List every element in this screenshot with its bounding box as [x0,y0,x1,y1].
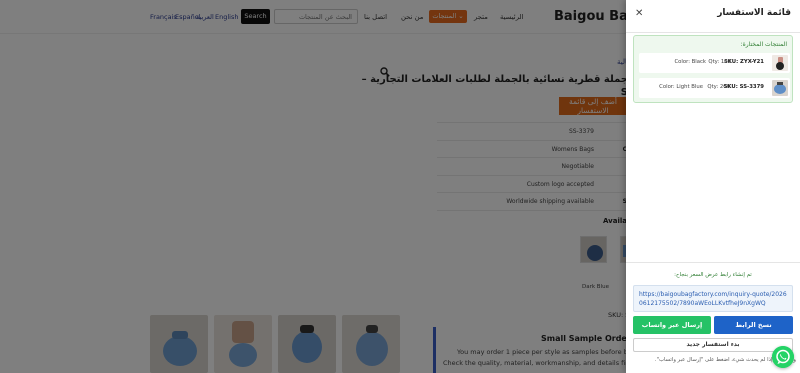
drawer-title: قائمة الاستفسار [717,8,791,18]
inquiry-item: SKU: ZYX-Y21 Qty: 100 Color: Black [639,53,790,73]
item-qty: Qty: 100 [708,59,731,65]
selected-products-label: المنتجات المختارة: [740,41,787,48]
link-success-message: تم إنشاء رابط عرض السعر بنجاح: [674,272,752,278]
item-thumbnail [772,80,788,96]
close-icon[interactable]: ✕ [635,9,643,19]
inquiry-item: SKU: SS-3379 Qty: 200 Color: Light Blue [639,78,790,98]
copy-link-button[interactable]: نسخ الرابط [714,316,793,334]
selected-products-box: المنتجات المختارة: SKU: ZYX-Y21 Qty: 100… [633,35,793,103]
item-color: Color: Light Blue [659,84,703,90]
quote-link[interactable]: https://baigoubagfactory.com/inquiry-quo… [633,285,793,312]
modal-overlay[interactable] [0,0,626,373]
inquiry-list-drawer: قائمة الاستفسار ✕ المنتجات المختارة: SKU… [626,0,800,373]
send-whatsapp-button[interactable]: إرسال عبر واتساب [633,316,711,334]
new-inquiry-button[interactable]: بدء استفسار جديد [633,338,793,352]
drawer-header: قائمة الاستفسار ✕ [626,0,800,33]
item-color: Color: Black [674,59,706,65]
item-thumbnail [772,55,788,71]
whatsapp-icon[interactable] [772,346,794,368]
item-qty: Qty: 200 [707,84,730,90]
